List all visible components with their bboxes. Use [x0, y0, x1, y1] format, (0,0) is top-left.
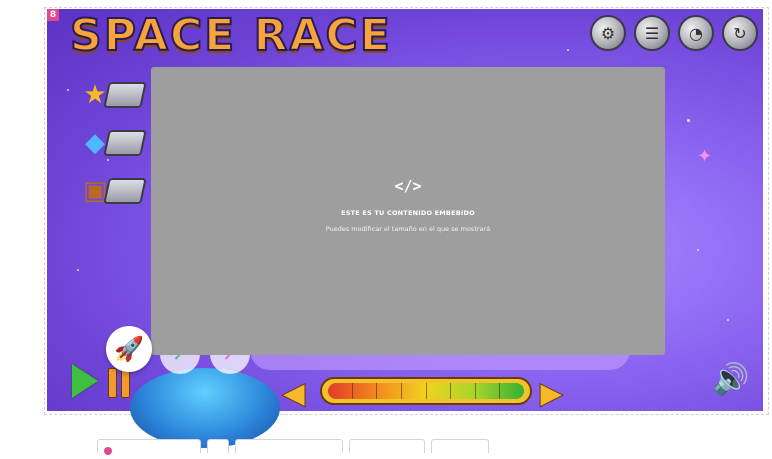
- rocket-icon: 🚀: [114, 335, 144, 363]
- pause-button[interactable]: [108, 368, 130, 398]
- code-icon: </>: [394, 177, 422, 195]
- diamond-count-bar: [103, 130, 147, 156]
- top-button-group: ⚙ ☰ ◔ ↻: [590, 15, 758, 51]
- speaker-icon: 🔊: [712, 362, 750, 397]
- chest-count-bar: [103, 178, 147, 204]
- toolbar-size-group[interactable]: [431, 439, 489, 453]
- settings-button[interactable]: ⚙: [590, 15, 626, 51]
- star-count-bar: [103, 82, 147, 108]
- help-button[interactable]: ◔: [678, 15, 714, 51]
- editor-toolbar: [97, 439, 489, 455]
- play-button[interactable]: [72, 364, 98, 398]
- arrow-left-icon[interactable]: ◀: [281, 376, 305, 412]
- embedded-content-placeholder[interactable]: </> ESTE ES TU CONTENIDO EMBEBIDO Puedes…: [151, 67, 665, 355]
- hud-star-counter: ★: [80, 80, 147, 110]
- color-dot-icon: [104, 447, 112, 455]
- toolbar-zoom-field[interactable]: [235, 439, 343, 453]
- hud-diamond-counter: ◆: [80, 128, 147, 158]
- hud-chest-counter: ▣: [80, 176, 147, 206]
- help-icon: ◔: [689, 23, 703, 43]
- rocket-select-button[interactable]: 🚀: [106, 326, 152, 372]
- arrow-right-icon[interactable]: ▶: [539, 376, 563, 412]
- toolbar-button[interactable]: [207, 439, 229, 453]
- embed-title: ESTE ES TU CONTENIDO EMBEBIDO: [341, 209, 475, 217]
- restart-icon: ↻: [733, 23, 747, 43]
- progress-fill: [328, 383, 524, 399]
- sound-button[interactable]: 🔊: [712, 362, 749, 397]
- toolbar-color-field[interactable]: [97, 439, 201, 455]
- race-progress-bar: [320, 377, 532, 405]
- sparkle-icon: ✦: [697, 146, 713, 167]
- menu-button[interactable]: ☰: [634, 15, 670, 51]
- restart-button[interactable]: ↻: [722, 15, 758, 51]
- game-title: SPACE RACE: [69, 9, 392, 62]
- toolbar-align-group[interactable]: [349, 439, 425, 453]
- embed-subtitle: Puedes modificar el tamaño en el que se …: [325, 225, 491, 233]
- corner-badge: 8: [47, 9, 59, 21]
- planet-image: [130, 368, 280, 448]
- settings-icon: ⚙: [600, 23, 616, 43]
- menu-list-icon: ☰: [644, 23, 660, 43]
